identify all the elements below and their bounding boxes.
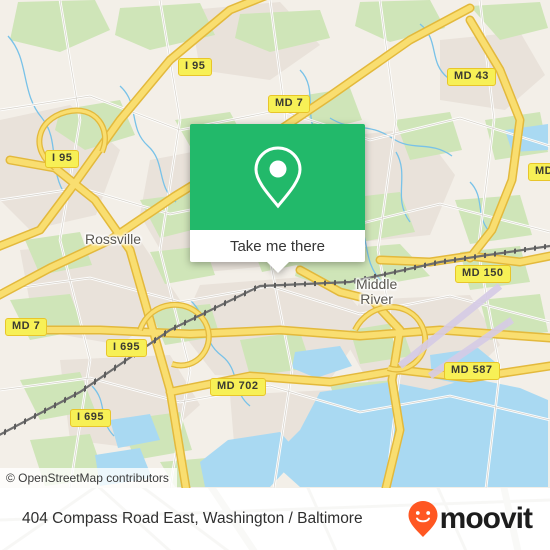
highway-shield[interactable]: MD 43 (447, 68, 496, 86)
callout-icon-panel (190, 124, 365, 230)
highway-shield[interactable]: MD 7 (268, 95, 311, 113)
highway-shield[interactable]: I 95 (178, 58, 213, 76)
footer-bar: 404 Compass Road East, Washington / Balt… (0, 488, 550, 550)
callout-action-bar[interactable]: Take me there (190, 230, 365, 262)
highway-shield[interactable]: MD 7 (5, 318, 48, 336)
moovit-logo[interactable]: moovit (407, 500, 533, 538)
highway-shield[interactable]: MD 587 (444, 362, 500, 380)
callout-tail (266, 262, 289, 273)
place-label-middle-river: Middle River (356, 276, 398, 307)
moovit-pin-icon (408, 501, 438, 537)
highway-shield[interactable]: I 95 (45, 150, 80, 168)
screenshot-root: I 95 MD 7 MD 43 I 95 MD MD 150 MD 7 I 69… (0, 0, 550, 550)
highway-shield[interactable]: MD (528, 163, 550, 181)
map-attribution[interactable]: © OpenStreetMap contributors (0, 468, 177, 488)
highway-shield[interactable]: MD 702 (210, 378, 266, 396)
place-label-rossville: Rossville (85, 231, 142, 247)
take-me-there-label: Take me there (229, 237, 326, 255)
highway-shield[interactable]: I 695 (106, 339, 147, 357)
moovit-wordmark: moovit (439, 502, 533, 535)
take-me-there-callout[interactable]: Take me there (190, 124, 365, 273)
map-canvas[interactable]: I 95 MD 7 MD 43 I 95 MD MD 150 MD 7 I 69… (0, 0, 550, 488)
highway-shield[interactable]: MD 150 (455, 265, 511, 283)
map-pin-icon (253, 146, 302, 209)
highway-shield[interactable]: I 695 (70, 409, 111, 427)
address-title: 404 Compass Road East, Washington / Balt… (22, 510, 363, 527)
